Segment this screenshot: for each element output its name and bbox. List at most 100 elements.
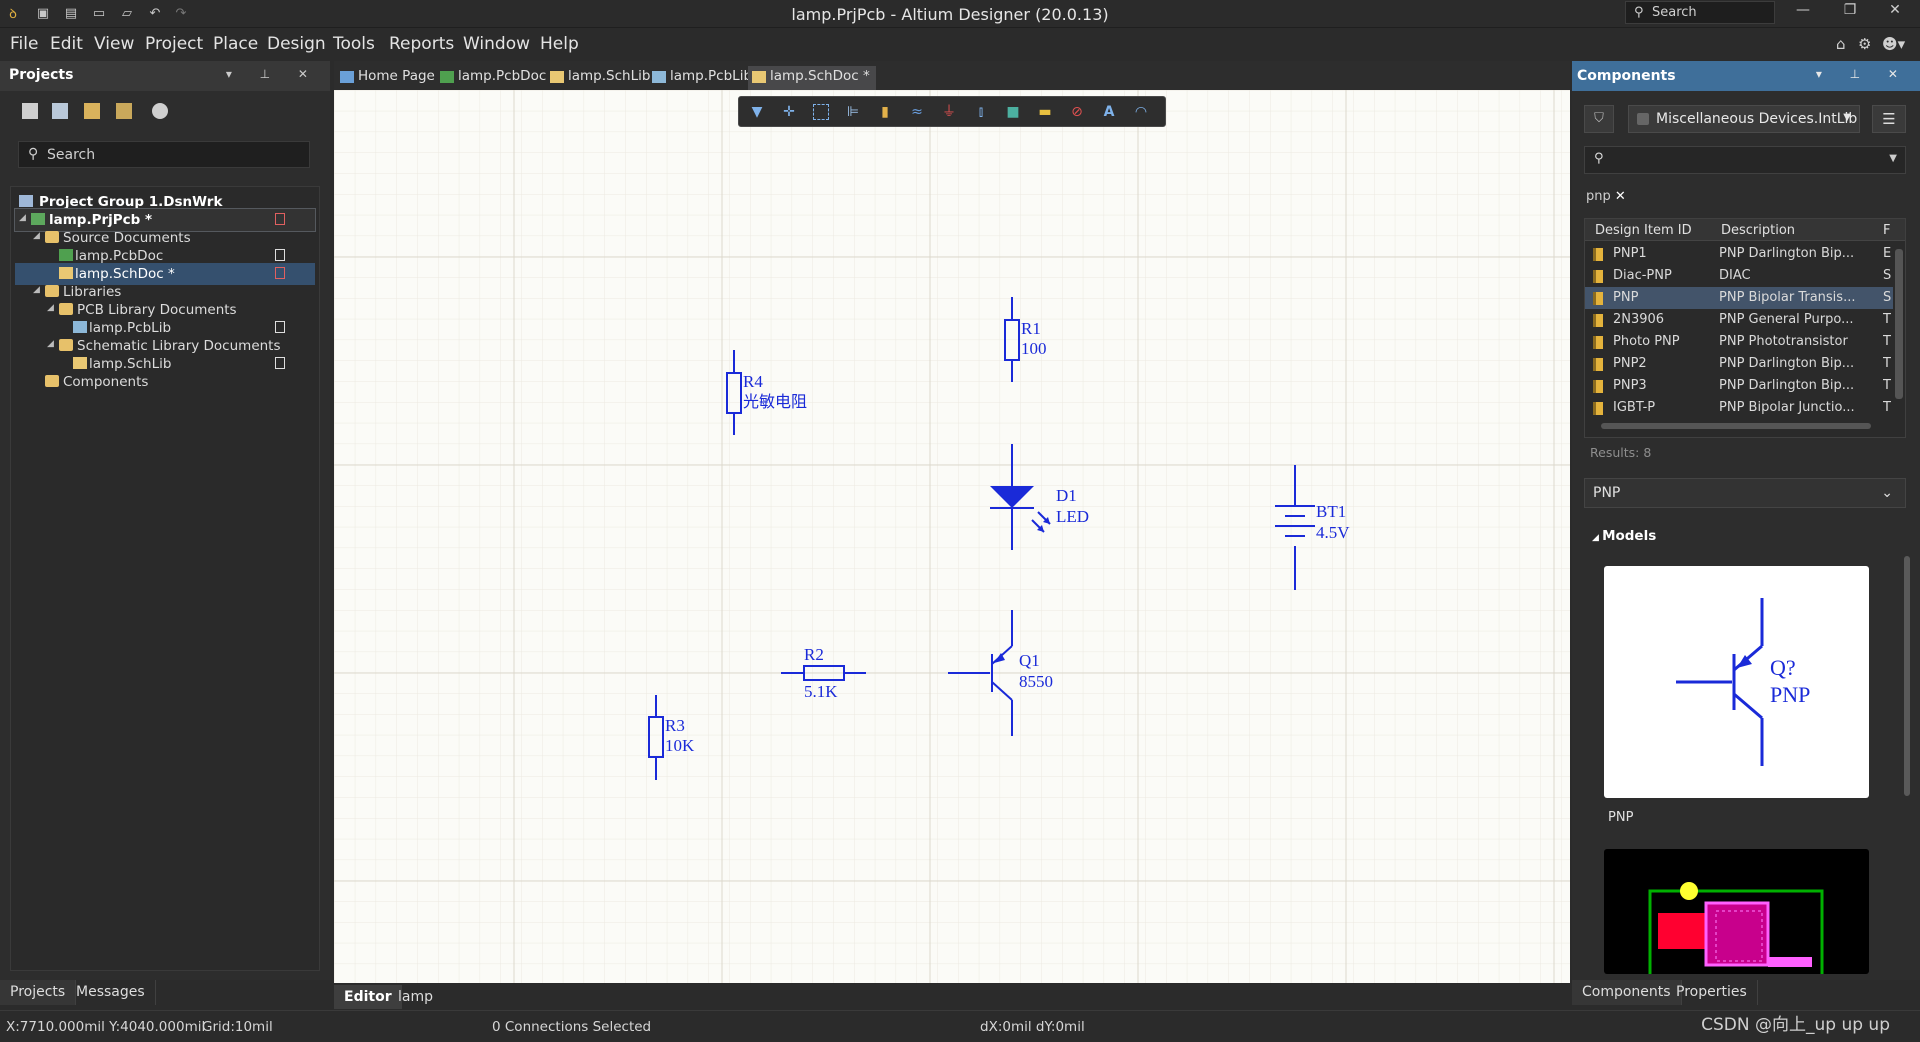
home-icon[interactable]: ⌂ (1836, 35, 1846, 53)
filter-icon[interactable]: ▼ (749, 104, 765, 120)
cell-description: PNP Phototransistor (1719, 334, 1848, 349)
power-port-icon[interactable]: ⏚ (941, 104, 957, 120)
schematic-library-icon (73, 357, 87, 369)
tab-label: lamp.SchDoc * (770, 68, 870, 84)
menu-tools[interactable]: Tools (333, 34, 375, 54)
menu-project[interactable]: Project (145, 34, 203, 54)
tree-label: lamp.PcbDoc (75, 248, 164, 264)
cell-description: PNP Bipolar Junctio... (1719, 400, 1855, 415)
menu-help[interactable]: Help (540, 34, 579, 54)
title-bar: ꝺ ▣ ▤ ▭ ▱ ↶ ↷ lamp.PrjPcb - Altium Desig… (0, 0, 1920, 28)
close-button[interactable]: ✕ (1875, 2, 1915, 24)
cell-f: T (1883, 334, 1891, 349)
table-row[interactable]: 2N3906 PNP General Purpo... T (1585, 309, 1893, 331)
table-row[interactable]: IGBT-P PNP Bipolar Junctio... T (1585, 397, 1893, 419)
column-f[interactable]: F (1883, 223, 1890, 238)
clear-query-icon[interactable]: ✕ (1615, 189, 1626, 204)
project-options-icon[interactable] (52, 103, 68, 119)
filter-button[interactable]: ⛉ (1584, 105, 1614, 133)
tab-pcblib[interactable]: lamp.PcbLib (648, 66, 758, 90)
place-wire-icon[interactable]: ≈ (909, 104, 925, 120)
search-placeholder: Search (47, 147, 96, 163)
projects-search-input[interactable]: ⚲ Search (18, 141, 310, 168)
tab-pcbdoc[interactable]: lamp.PcbDoc (436, 66, 552, 90)
cell-id: 2N3906 (1613, 312, 1665, 327)
query-text: pnp (1586, 189, 1611, 204)
projects-toolbar (0, 93, 330, 129)
table-row[interactable]: Diac-PNP DIAC S (1585, 265, 1893, 287)
collapse-icon[interactable]: ◢ (33, 231, 40, 241)
tab-projects[interactable]: Projects (0, 980, 77, 1005)
settings-icon[interactable] (152, 103, 168, 119)
tree-item-components[interactable]: Components (15, 371, 315, 393)
r3-value: 10K (665, 736, 695, 755)
tab-home-page[interactable]: Home Page (336, 66, 441, 90)
menu-view[interactable]: View (94, 34, 134, 54)
tab-properties[interactable]: Properties (1666, 980, 1758, 1005)
place-port-icon[interactable]: ▬ (1037, 104, 1053, 120)
user-icon[interactable]: ☻▾ (1882, 35, 1905, 53)
chevron-double-down-icon[interactable]: ⌄ (1881, 485, 1893, 501)
table-row-selected[interactable]: PNP PNP Bipolar Transis... S (1585, 287, 1893, 309)
gear-icon[interactable]: ⚙ (1858, 35, 1871, 53)
place-text-icon[interactable]: A (1101, 104, 1117, 120)
place-part-icon[interactable]: ▮ (877, 104, 893, 120)
panel-scrollbar[interactable] (1904, 516, 1912, 966)
restore-button[interactable]: ❐ (1830, 2, 1870, 24)
menu-place[interactable]: Place (213, 34, 258, 54)
collapse-icon[interactable]: ◢ (47, 339, 54, 349)
minimize-button[interactable]: — (1783, 2, 1823, 24)
align-icon[interactable]: ⊫ (845, 104, 861, 120)
place-harness-icon[interactable]: ■ (1005, 104, 1021, 120)
open-folder-icon[interactable] (84, 103, 100, 119)
symbol-model-name: PNP (1608, 810, 1634, 825)
collapse-icon[interactable]: ◢ (19, 213, 26, 223)
filter-icon: ⛉ (1594, 111, 1604, 126)
close-folder-icon[interactable] (116, 103, 132, 119)
home-icon (340, 71, 354, 83)
collapse-icon[interactable]: ◢ (33, 285, 40, 295)
models-section-label[interactable]: ◢ Models (1592, 528, 1656, 544)
schematic-canvas[interactable]: R1 100 R4 光敏电阻 D1 LED BT1 4.5V R2 5.1K Q… (334, 90, 1570, 983)
menu-design[interactable]: Design (267, 34, 326, 54)
library-select[interactable]: Miscellaneous Devices.IntLib ▼ (1628, 105, 1860, 133)
move-icon[interactable]: ✛ (781, 104, 797, 120)
document-icon (275, 321, 285, 333)
pnp-symbol-preview: Q? PNP (1676, 598, 1810, 766)
search-icon: ⚲ (1634, 5, 1644, 20)
table-row[interactable]: PNP2 PNP Darlington Bip... T (1585, 353, 1893, 375)
table-row[interactable]: PNP1 PNP Darlington Bip... E (1585, 243, 1893, 265)
no-erc-icon[interactable]: ⊘ (1069, 104, 1085, 120)
select-icon[interactable] (813, 104, 829, 120)
library-menu-button[interactable]: ☰ (1872, 105, 1906, 133)
global-search-input[interactable]: ⚲ Search (1625, 1, 1775, 24)
panel-controls-icon[interactable]: ▾ ⊥ ✕ (226, 67, 320, 81)
tab-schdoc[interactable]: lamp.SchDoc * (748, 66, 876, 90)
column-description[interactable]: Description (1721, 223, 1795, 238)
tab-schlib[interactable]: lamp.SchLib (546, 66, 656, 90)
pcb-library-icon (652, 71, 666, 83)
table-horizontal-scrollbar[interactable] (1601, 423, 1871, 429)
menu-edit[interactable]: Edit (50, 34, 83, 54)
save-project-icon[interactable] (22, 103, 38, 119)
r1-designator: R1 (1021, 319, 1041, 338)
tab-lamp[interactable]: lamp (388, 985, 443, 1009)
menu-bar: File Edit View Project Place Design Tool… (0, 28, 1920, 60)
table-row[interactable]: Photo PNP PNP Phototransistor T (1585, 331, 1893, 353)
menu-file[interactable]: File (10, 34, 38, 54)
column-design-item-id[interactable]: Design Item ID (1595, 223, 1692, 238)
table-vertical-scrollbar[interactable] (1895, 249, 1903, 399)
modified-document-icon (275, 213, 285, 225)
cursor-coordinates: X:7710.000mil Y:4040.000mil (6, 1019, 206, 1035)
tab-messages[interactable]: Messages (66, 980, 156, 1005)
menu-reports[interactable]: Reports (389, 34, 454, 54)
place-bus-icon[interactable]: ⫾ (973, 104, 989, 120)
schematic-sheet[interactable]: R1 100 R4 光敏电阻 D1 LED BT1 4.5V R2 5.1K Q… (334, 90, 1570, 983)
table-row[interactable]: PNP3 PNP Darlington Bip... T (1585, 375, 1893, 397)
panel-controls-icon[interactable]: ▾ ⊥ ✕ (1816, 67, 1910, 81)
component-search-input[interactable]: ⚲ ▼ (1584, 146, 1906, 174)
menu-window[interactable]: Window (463, 34, 530, 54)
collapse-icon[interactable]: ◢ (47, 303, 54, 313)
place-arc-icon[interactable]: ◠ (1133, 104, 1149, 120)
selected-component-header[interactable]: PNP ⌄ (1584, 478, 1906, 508)
